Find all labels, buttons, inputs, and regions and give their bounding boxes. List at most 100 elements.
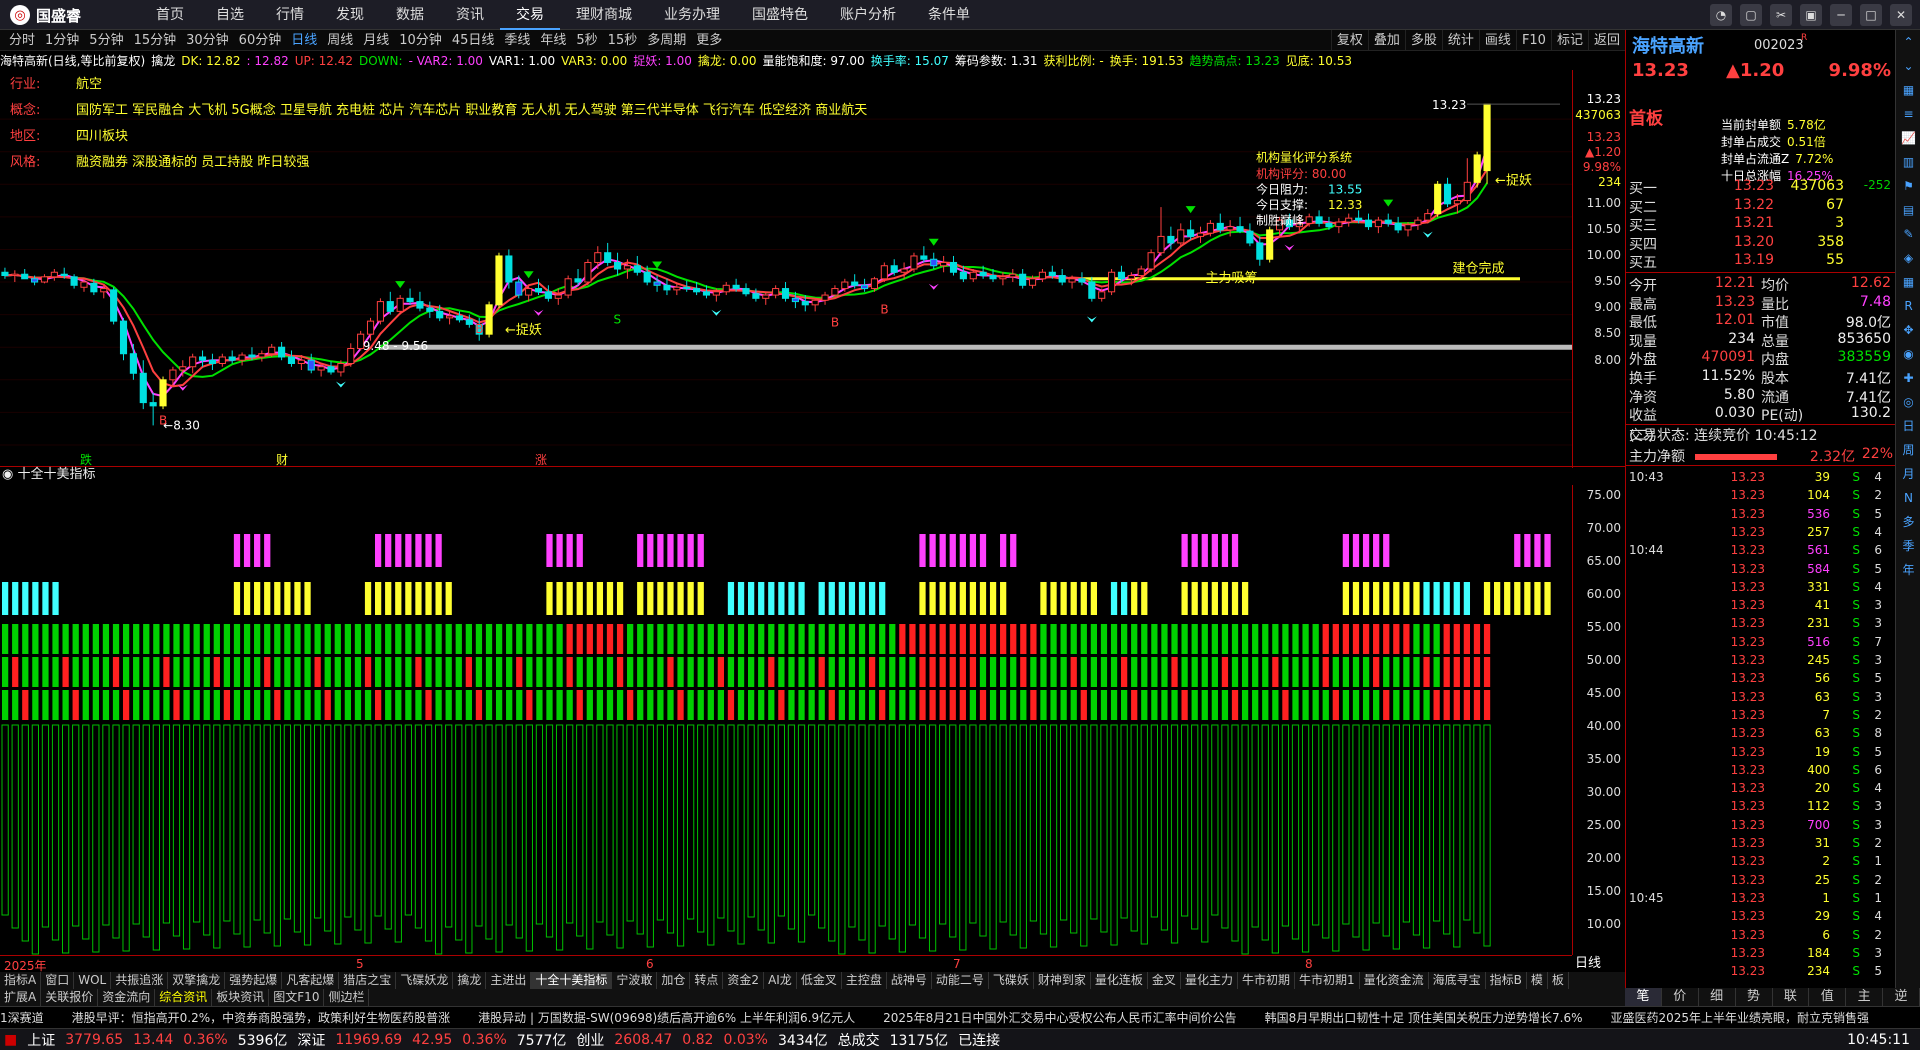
chart-tool-button[interactable]: 返回 [1587, 30, 1625, 51]
indicator-tab[interactable]: 量化资金流 [1360, 972, 1429, 989]
period-tab[interactable]: 分时 [4, 30, 40, 51]
app-logo[interactable]: ◎ 国盛睿 [10, 5, 81, 25]
news-item[interactable]: 1深赛道 [0, 1011, 44, 1025]
candle[interactable] [100, 288, 108, 293]
candle[interactable] [60, 273, 68, 277]
candle[interactable] [495, 255, 503, 306]
candle[interactable] [278, 346, 286, 358]
period-tab[interactable]: 季线 [499, 30, 535, 51]
candle[interactable] [1019, 273, 1027, 286]
candle[interactable] [989, 275, 997, 280]
indicator-tab[interactable]: 宁波敢 [612, 972, 658, 989]
candle[interactable] [1315, 216, 1323, 224]
quote-tab[interactable]: 主 [1846, 988, 1884, 1006]
indicator-tab[interactable]: 凡客起爆 [282, 972, 340, 989]
period-tab[interactable]: 5秒 [571, 30, 602, 51]
candle[interactable] [1434, 183, 1442, 215]
candle[interactable] [1246, 230, 1254, 244]
candle[interactable] [1453, 200, 1461, 205]
candle[interactable] [139, 372, 147, 404]
candle[interactable] [554, 294, 562, 299]
candle[interactable] [238, 354, 246, 361]
candle[interactable] [969, 271, 977, 280]
candle[interactable] [1068, 278, 1076, 283]
candle[interactable] [1206, 222, 1214, 234]
indicator-tab[interactable]: 海底寻宝 [1429, 972, 1486, 989]
menu-item[interactable]: 业务办理 [648, 0, 736, 30]
chart-tool-button[interactable]: 复权 [1330, 30, 1368, 51]
chart-tool-button[interactable]: 多股 [1404, 30, 1442, 51]
minimize-icon[interactable]: ─ [1830, 4, 1852, 26]
arrow-down-icon[interactable]: ⌄ [1896, 54, 1920, 78]
candle[interactable] [396, 297, 404, 312]
indicator-tab[interactable]: 主控盘 [842, 972, 887, 989]
candle[interactable] [1009, 273, 1017, 278]
candle[interactable] [1364, 219, 1373, 228]
candle[interactable] [1137, 268, 1145, 277]
indicator-tab[interactable]: 战神号 [887, 972, 932, 989]
flag-icon[interactable]: ⚑ [1896, 174, 1920, 198]
candle[interactable] [712, 291, 720, 296]
candle[interactable] [752, 293, 760, 299]
candle[interactable] [1355, 217, 1363, 221]
candle[interactable] [890, 265, 898, 273]
candle[interactable] [959, 271, 967, 280]
order-book-row[interactable]: 买二 13.22 67 [1629, 197, 1893, 216]
news-item[interactable]: 港股早评：恒指高开0.2%，中资券商股强势，政策利好生物医药股普涨 [72, 1011, 451, 1025]
period-tab[interactable]: 日线 [286, 30, 322, 51]
tools-icon[interactable]: ✂ [1770, 4, 1792, 26]
candle[interactable] [515, 281, 523, 296]
layers-icon[interactable]: ◈ [1896, 246, 1920, 270]
candle[interactable] [851, 281, 859, 286]
candle[interactable] [841, 281, 849, 290]
candle[interactable] [1028, 278, 1037, 286]
candle[interactable] [544, 291, 552, 299]
candle[interactable] [910, 255, 918, 270]
candle[interactable] [643, 271, 651, 283]
period-tab[interactable]: 多周期 [642, 30, 691, 51]
candle[interactable] [1216, 222, 1224, 231]
candle[interactable] [485, 304, 493, 335]
candle[interactable] [70, 276, 78, 286]
candle[interactable] [821, 294, 829, 301]
candle[interactable] [129, 353, 137, 374]
menu-item[interactable]: 条件单 [912, 0, 986, 30]
menu-item[interactable]: 资讯 [440, 0, 500, 30]
chart-icon[interactable]: 📈 [1896, 126, 1920, 150]
candle[interactable] [1404, 224, 1412, 231]
period-side-tab[interactable]: N [1896, 486, 1920, 510]
panel-tab[interactable]: 综合资讯 [155, 989, 213, 1006]
quote-tab[interactable]: 笔 [1625, 988, 1662, 1006]
period-tab[interactable]: 15分钟 [129, 30, 182, 51]
candle[interactable] [1048, 271, 1056, 277]
candle[interactable] [1098, 291, 1106, 299]
candle[interactable] [1177, 229, 1185, 244]
candle[interactable] [1226, 226, 1234, 231]
indicator-tab[interactable]: 窗口 [41, 972, 75, 989]
indicator-tab[interactable]: 指标A [0, 972, 42, 989]
candle[interactable] [90, 282, 98, 293]
indicator-tab[interactable]: 财神到家 [1034, 972, 1091, 989]
candle[interactable] [1325, 222, 1333, 228]
candle[interactable] [376, 301, 384, 322]
doc-icon[interactable]: ▤ [1896, 198, 1920, 222]
candle[interactable] [940, 261, 948, 267]
candle[interactable] [179, 366, 187, 371]
candle[interactable] [1147, 252, 1155, 270]
bar-icon[interactable]: ▥ [1896, 150, 1920, 174]
grid-icon[interactable]: ▦ [1896, 78, 1920, 102]
indicator-tab[interactable]: 量化连板 [1091, 972, 1148, 989]
candle[interactable] [732, 284, 740, 290]
candle[interactable] [149, 402, 157, 407]
candle[interactable] [1424, 213, 1432, 221]
candle[interactable] [1157, 235, 1165, 254]
arrow-up-icon[interactable]: ⌃ [1896, 30, 1920, 54]
period-side-tab[interactable]: 季 [1896, 534, 1920, 558]
menu-item[interactable]: 国盛特色 [736, 0, 824, 30]
candle[interactable] [801, 301, 809, 306]
table-icon[interactable]: ▦ [1896, 270, 1920, 294]
indicator-tab[interactable]: 飞碟妖 [989, 972, 1034, 989]
indicator-tab[interactable]: 加仓 [657, 972, 691, 989]
candle[interactable] [534, 288, 543, 293]
candle[interactable] [1335, 221, 1343, 228]
